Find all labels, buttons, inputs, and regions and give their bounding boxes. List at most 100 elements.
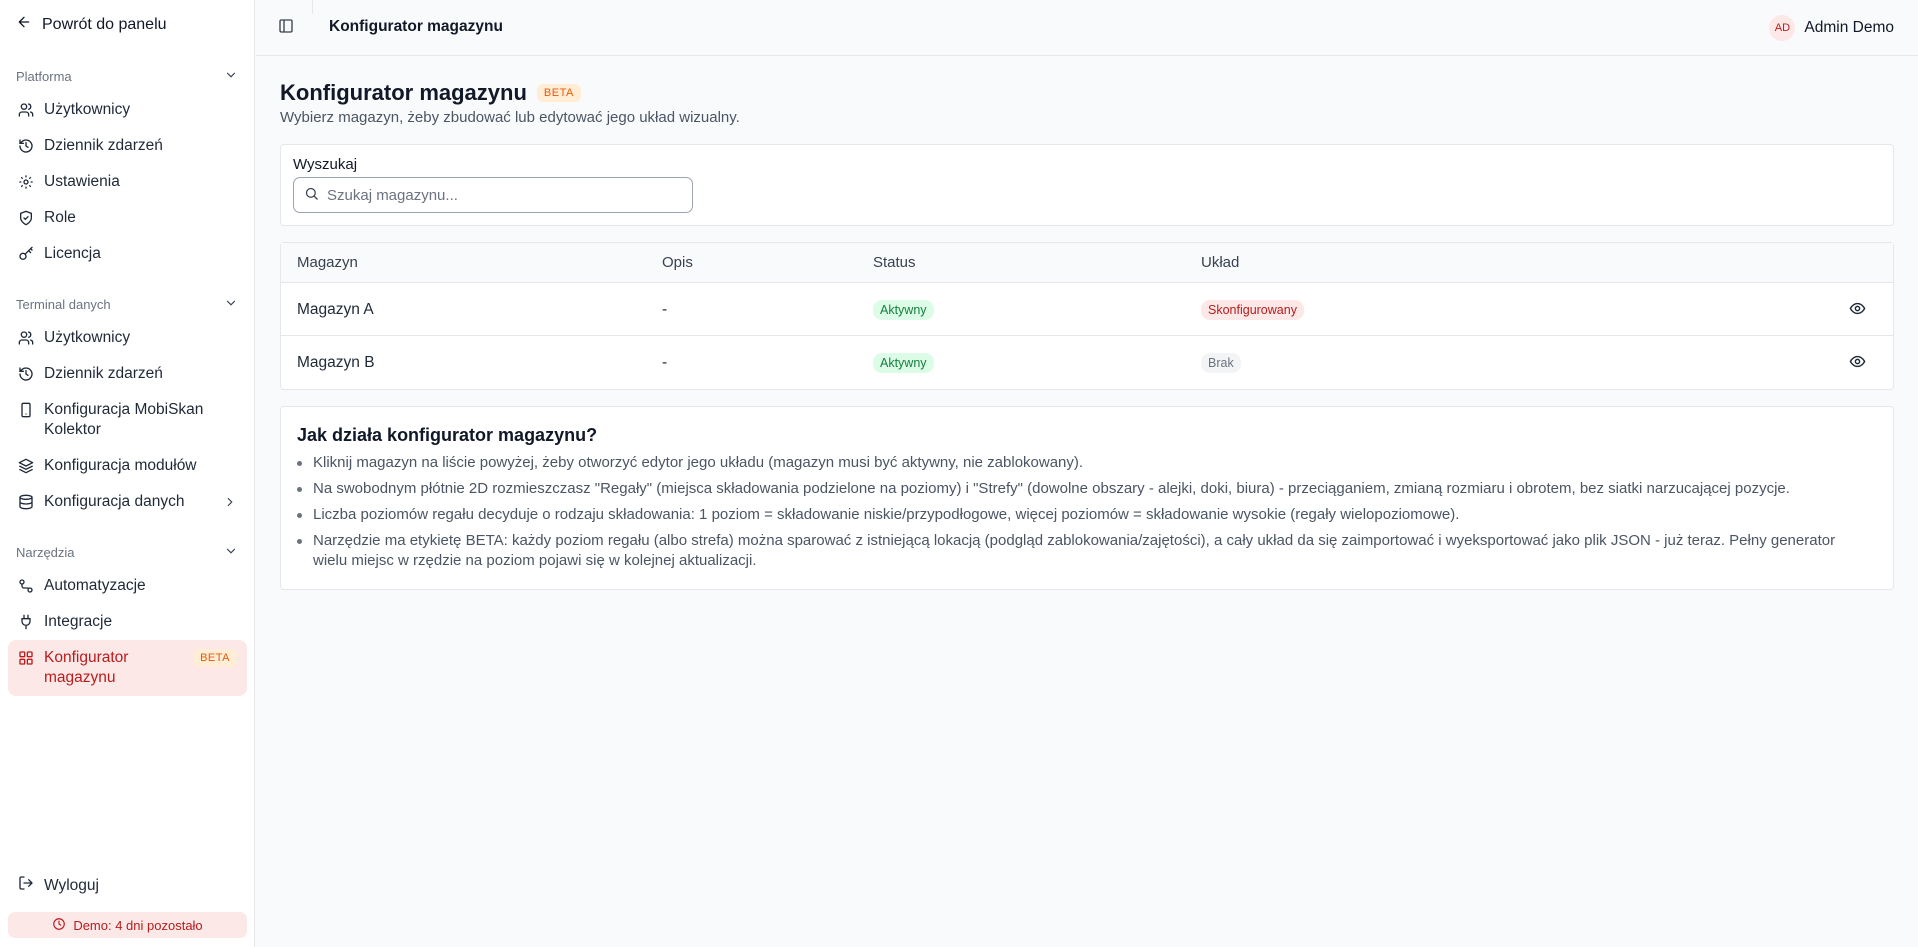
section-terminal-danych[interactable]: Terminal danych [16,296,238,313]
help-list: Kliknij magazyn na liście powyżej, żeby … [297,453,1873,577]
sidebar-item-terminal-users[interactable]: Użytkownicy [8,328,247,348]
top-bar: Konfigurator magazynu AD Admin Demo [256,0,1918,56]
shield-icon [18,208,34,228]
sidebar-item-automations[interactable]: Automatyzacje [8,576,247,596]
database-icon [18,492,34,512]
history-icon [18,136,34,156]
sidebar-item-label: Konfiguracja MobiSkan Kolektor [44,401,204,438]
layers-icon [18,456,34,476]
section-narzedzia[interactable]: Narzędzia [16,544,238,561]
panel-left-icon [278,18,294,38]
column-header[interactable]: Układ [1201,243,1239,283]
sidebar-item-integrations[interactable]: Integracje [8,612,247,632]
list-item: Kliknij magazyn na liście powyżej, żeby … [297,453,1873,473]
warehouse-name: Magazyn B [297,354,375,371]
logout-icon [18,875,34,896]
sidebar-item-license[interactable]: Licencja [8,244,247,264]
sidebar-item-label: Role [44,209,76,226]
key-icon [18,244,34,264]
list-item: Narzędzie ma etykietę BETA: każdy poziom… [297,531,1873,571]
search-input[interactable] [327,186,667,204]
logout-label: Wyloguj [44,876,99,894]
user-menu[interactable]: AD Admin Demo [1769,15,1894,41]
grid-icon [18,648,34,668]
sidebar-item-label: Użytkownicy [44,101,131,118]
sidebar-item-roles[interactable]: Role [8,208,247,228]
page-title: Konfigurator magazynu [280,80,527,105]
plug-icon [18,612,34,632]
sidebar-item-label: Automatyzacje [44,577,146,594]
sidebar-item-event-log[interactable]: Dziennik zdarzeń [8,136,247,156]
sidebar-item-mobiskan-config[interactable]: Konfiguracja MobiSkan Kolektor [8,400,247,440]
sidebar-item-warehouse-configurator[interactable]: Konfigurator magazynu BETA [8,640,247,696]
sidebar-item-users[interactable]: Użytkownicy [8,100,247,120]
chevron-right-icon [223,492,237,512]
sidebar-item-terminal-event-log[interactable]: Dziennik zdarzeń [8,364,247,384]
list-item: Na swobodnym płótnie 2D rozmieszczasz "R… [297,479,1873,499]
chevron-down-icon [224,68,238,85]
list-item: Liczba poziomów regału decyduje o rodzaj… [297,505,1873,525]
eye-icon [1849,300,1866,321]
section-platforma[interactable]: Platforma [16,68,238,85]
status-badge: Aktywny [873,300,934,320]
demo-label: Demo: 4 dni pozostało [73,917,203,933]
beta-badge: BETA [536,84,581,102]
table-row[interactable]: Magazyn B - Aktywny Brak [281,337,1893,389]
search-card: Wyszukaj [280,144,1894,226]
avatar: AD [1769,15,1796,41]
sidebar-item-modules-config[interactable]: Konfiguracja modułów [8,456,247,476]
demo-status-badge: Demo: 4 dni pozostało [8,912,247,938]
sidebar-toggle-button[interactable] [276,18,296,38]
user-name: Admin Demo [1804,19,1894,36]
section-title: Terminal danych [16,297,111,312]
logout-button[interactable]: Wyloguj [18,875,99,896]
view-button[interactable] [1847,300,1867,320]
sidebar-item-label: Konfiguracja modułów [44,457,197,474]
table-row[interactable]: Magazyn A - Aktywny Skonfigurowany [281,284,1893,336]
smartphone-icon [18,400,34,420]
search-field[interactable] [293,177,693,213]
clock-icon [52,917,66,934]
sidebar-item-label: Integracje [44,613,113,630]
eye-icon [1849,353,1866,374]
sidebar: Powrót do panelu Platforma Użytkownicy D… [0,0,255,947]
page-title-row: Konfigurator magazynu BETA [280,80,581,106]
help-card: Jak działa konfigurator magazynu? Klikni… [280,406,1894,590]
workflow-icon [18,576,34,596]
sidebar-item-label: Licencja [44,245,101,262]
table-header: Magazyn Opis Status Układ [281,243,1893,283]
beta-badge: BETA [193,649,237,667]
gear-icon [18,172,34,192]
status-badge: Aktywny [873,353,934,373]
column-header[interactable]: Status [873,243,916,283]
sidebar-item-label: Ustawienia [44,173,120,190]
warehouse-name: Magazyn A [297,301,374,318]
arrow-left-icon [16,14,32,35]
layout-badge: Brak [1201,353,1241,373]
history-icon [18,364,34,384]
users-icon [18,100,34,120]
sidebar-item-label: Konfiguracja danych [44,493,185,510]
warehouse-description: - [662,301,668,318]
search-icon [304,186,319,205]
warehouse-table: Magazyn Opis Status Układ Magazyn A - Ak… [280,242,1894,390]
header-title: Konfigurator magazynu [329,18,503,35]
back-to-panel-label: Powrót do panelu [42,15,167,33]
divider [312,0,313,14]
search-label: Wyszukaj [293,156,358,173]
sidebar-item-data-config[interactable]: Konfiguracja danych [8,492,247,512]
sidebar-item-settings[interactable]: Ustawienia [8,172,247,192]
view-button[interactable] [1847,353,1867,373]
section-title: Narzędzia [16,545,75,560]
column-header[interactable]: Opis [662,243,693,283]
sidebar-item-label: Konfigurator magazynu [44,649,129,686]
help-title: Jak działa konfigurator magazynu? [297,425,598,445]
warehouse-description: - [662,354,668,371]
layout-badge: Skonfigurowany [1201,300,1304,320]
chevron-down-icon [224,544,238,561]
sidebar-item-label: Użytkownicy [44,329,131,346]
sidebar-item-label: Dziennik zdarzeń [44,137,163,154]
back-to-panel-link[interactable]: Powrót do panelu [16,14,167,35]
column-header[interactable]: Magazyn [297,243,358,283]
users-icon [18,328,34,348]
